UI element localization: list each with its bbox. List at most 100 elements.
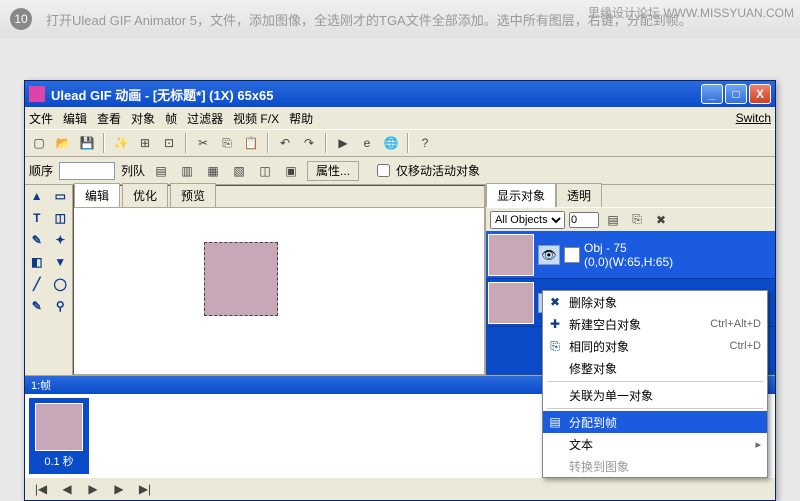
object-row[interactable]: 👁 Obj - 75 (0,0)(W:65,H:65) (486, 231, 775, 279)
distribute-icon[interactable]: ▧ (229, 161, 249, 181)
obj-tool-icon[interactable]: ▤ (603, 210, 623, 230)
copy-icon[interactable]: ⎘ (217, 133, 237, 153)
menu-help[interactable]: 帮助 (289, 110, 313, 127)
align-top-icon[interactable]: ▦ (203, 161, 223, 181)
move-active-checkbox[interactable] (377, 164, 390, 177)
close-button[interactable]: X (749, 84, 771, 104)
menu-file[interactable]: 文件 (29, 110, 53, 127)
object-filter-select[interactable]: All Objects (490, 211, 565, 229)
separator (547, 408, 763, 409)
maximize-button[interactable]: □ (725, 84, 747, 104)
addvideo-icon[interactable]: ⊡ (159, 133, 179, 153)
cm-distribute-to-frames[interactable]: ▤ 分配到帧 (543, 411, 767, 433)
move-active-label: 仅移动活动对象 (396, 162, 480, 179)
tab-edit[interactable]: 编辑 (74, 183, 120, 207)
canvas-area[interactable]: 编辑 优化 预览 (73, 185, 485, 375)
last-frame-icon[interactable]: ▶| (135, 479, 155, 499)
menu-edit[interactable]: 编辑 (63, 110, 87, 127)
tab-preview[interactable]: 预览 (170, 183, 216, 207)
order-label: 顺序 (29, 162, 53, 179)
line-tool-icon[interactable]: ╱ (25, 273, 49, 295)
secondary-toolbar: 顺序 列队 ▤ ▥ ▦ ▧ ◫ ▣ 属性... 仅移动活动对象 (25, 157, 775, 185)
fit-icon[interactable]: ▣ (281, 161, 301, 181)
queue-label: 列队 (121, 162, 145, 179)
context-menu: ✖ 删除对象 ✚ 新建空白对象 Ctrl+Alt+D ⎘ 相同的对象 Ctrl+… (542, 290, 768, 478)
wand-tool-icon[interactable]: ✦ (49, 229, 73, 251)
eyedrop-tool-icon[interactable]: ✎ (25, 295, 49, 317)
timeline-controls: |◀ ◀ ▶ ▶ ▶| (25, 478, 775, 500)
undo-icon[interactable]: ↶ (275, 133, 295, 153)
eraser-tool-icon[interactable]: ◧ (25, 251, 49, 273)
save-icon[interactable]: 💾 (77, 133, 97, 153)
prev-frame-icon[interactable]: ◀ (57, 479, 77, 499)
canvas-tabs: 编辑 优化 预览 (74, 186, 484, 208)
opacity-spinner[interactable] (569, 212, 599, 228)
text-tool-icon[interactable]: T (25, 207, 49, 229)
tab-optimize[interactable]: 优化 (122, 183, 168, 207)
object-info: Obj - 75 (0,0)(W:65,H:65) (584, 241, 673, 269)
duplicate-icon: ⎘ (547, 339, 563, 354)
menu-videofx[interactable]: 视频 F/X (233, 110, 279, 127)
cm-delete-object[interactable]: ✖ 删除对象 (543, 291, 767, 313)
cm-trim-object[interactable]: 修整对象 (543, 357, 767, 379)
tab-transparent[interactable]: 透明 (556, 183, 602, 207)
align-right-icon[interactable]: ▥ (177, 161, 197, 181)
object-name: Obj - 75 (584, 241, 673, 255)
cm-duplicate-object[interactable]: ⎘ 相同的对象 Ctrl+D (543, 335, 767, 357)
menu-filter[interactable]: 过滤器 (187, 110, 223, 127)
align-left-icon[interactable]: ▤ (151, 161, 171, 181)
help-icon[interactable]: ? (415, 133, 435, 153)
cm-convert-image: 转换到图象 (543, 455, 767, 477)
zoom-tool-icon[interactable]: ⚲ (49, 295, 73, 317)
visibility-eye-icon[interactable]: 👁 (538, 245, 560, 265)
new-icon[interactable]: ▢ (29, 133, 49, 153)
obj-del-icon[interactable]: ✖ (651, 210, 671, 230)
menu-frame[interactable]: 帧 (165, 110, 177, 127)
order-dropdown[interactable] (59, 162, 115, 180)
watermark: 思缘设计论坛 WWW.MISSYUAN.COM (588, 4, 794, 21)
tool-palette: ▲ ▭ T ◫ ✎ ✦ ◧ ▼ ╱ ◯ ✎ ⚲ (25, 185, 73, 375)
paste-icon[interactable]: 📋 (241, 133, 261, 153)
globe-icon[interactable]: 🌐 (381, 133, 401, 153)
fill-tool-icon[interactable]: ▼ (49, 251, 73, 273)
titlebar[interactable]: Ulead GIF 动画 - [无标题*] (1X) 65x65 _ □ X (25, 81, 775, 107)
frame-thumbnail (35, 403, 83, 451)
frame-duration: 0.1 秒 (44, 453, 73, 469)
menu-view[interactable]: 查看 (97, 110, 121, 127)
frame-item[interactable]: 0.1 秒 (29, 398, 89, 474)
attributes-button[interactable]: 属性... (307, 161, 359, 181)
browser-icon[interactable]: e (357, 133, 377, 153)
obj-dup-icon[interactable]: ⎘ (627, 210, 647, 230)
separator (547, 381, 763, 382)
shape-tool-icon[interactable]: ◯ (49, 273, 73, 295)
switch-link[interactable]: Switch (736, 111, 771, 125)
canvas-object[interactable] (204, 242, 278, 316)
redo-icon[interactable]: ↷ (299, 133, 319, 153)
cm-merge-single[interactable]: 关联为单一对象 (543, 384, 767, 406)
wizard-icon[interactable]: ✨ (111, 133, 131, 153)
color-swatch[interactable] (564, 247, 580, 263)
pointer-tool-icon[interactable]: ▲ (25, 185, 49, 207)
menu-object[interactable]: 对象 (131, 110, 155, 127)
open-icon[interactable]: 📂 (53, 133, 73, 153)
center-icon[interactable]: ◫ (255, 161, 275, 181)
play-icon[interactable]: ▶ (83, 479, 103, 499)
addimg-icon[interactable]: ⊞ (135, 133, 155, 153)
first-frame-icon[interactable]: |◀ (31, 479, 51, 499)
marquee-tool-icon[interactable]: ▭ (49, 185, 73, 207)
window-title: Ulead GIF 动画 - [无标题*] (1X) 65x65 (51, 85, 701, 104)
next-frame-icon[interactable]: ▶ (109, 479, 129, 499)
tab-show-object[interactable]: 显示对象 (486, 183, 556, 207)
step-number-badge: 10 (10, 8, 32, 30)
cm-new-blank-object[interactable]: ✚ 新建空白对象 Ctrl+Alt+D (543, 313, 767, 335)
main-toolbar: ▢ 📂 💾 ✨ ⊞ ⊡ ✂ ⎘ 📋 ↶ ↷ ▶ e 🌐 ? (25, 129, 775, 157)
distribute-icon: ▤ (547, 415, 563, 429)
cut-icon[interactable]: ✂ (193, 133, 213, 153)
crop-tool-icon[interactable]: ◫ (49, 207, 73, 229)
object-thumbnail (488, 234, 534, 276)
minimize-button[interactable]: _ (701, 84, 723, 104)
brush-tool-icon[interactable]: ✎ (25, 229, 49, 251)
preview-icon[interactable]: ▶ (333, 133, 353, 153)
cm-text[interactable]: 文本 ▸ (543, 433, 767, 455)
new-icon: ✚ (547, 317, 563, 331)
